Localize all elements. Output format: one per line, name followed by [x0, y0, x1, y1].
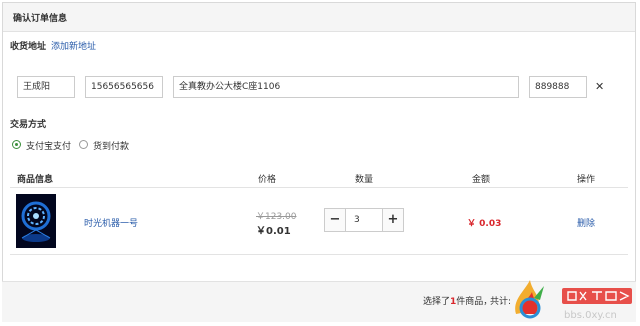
address-detail-field[interactable]: 全真教办公大楼C座1106: [173, 76, 519, 98]
payment-method-label: 交易方式: [10, 120, 47, 130]
col-header-action: 操作: [577, 175, 596, 185]
site-watermark: bbs.0xy.cn: [515, 280, 632, 321]
panel-header: 确认订单信息: [3, 3, 635, 32]
col-header-price: 价格: [258, 175, 277, 185]
time-machine-image: [16, 194, 56, 248]
alipay-radio[interactable]: [12, 140, 21, 149]
original-price: ￥123.00: [256, 212, 297, 222]
col-header-amount: 金额: [472, 175, 491, 185]
flame-logo-icon: [515, 280, 544, 319]
recipient-name-field[interactable]: 王成阳: [17, 76, 75, 98]
add-new-address-link[interactable]: 添加新地址: [51, 39, 96, 52]
product-thumbnail[interactable]: [16, 194, 56, 248]
phone-field[interactable]: 15656565656: [85, 76, 163, 98]
increase-quantity-button[interactable]: +: [382, 208, 404, 232]
panel-title: 确认订单信息: [13, 14, 68, 24]
col-header-quantity: 数量: [355, 175, 374, 185]
unit-price: ￥0.01: [256, 226, 291, 237]
zip-code-field[interactable]: 889888: [529, 76, 587, 98]
decrease-quantity-button[interactable]: −: [324, 208, 346, 232]
delete-item-link[interactable]: 删除: [577, 216, 595, 229]
summary-prefix: 选择了: [423, 297, 451, 307]
col-header-product: 商品信息: [17, 175, 54, 185]
selected-summary: 选择了1件商品，: [423, 294, 492, 307]
quantity-input[interactable]: 3: [346, 208, 382, 232]
shipping-address-label: 收货地址: [10, 42, 47, 52]
summary-suffix: 件商品，: [456, 297, 493, 307]
table-bottom-divider: [10, 254, 628, 255]
close-icon[interactable]: ✕: [595, 80, 604, 93]
cod-radio[interactable]: [79, 140, 88, 149]
cod-radio-label[interactable]: 货到付款: [93, 139, 129, 152]
line-amount: ￥ 0.03: [467, 219, 502, 229]
table-header-divider: [10, 187, 628, 188]
alipay-radio-label[interactable]: 支付宝支付: [26, 139, 71, 152]
watermark-url: bbs.0xy.cn: [564, 310, 617, 321]
total-label: 共计:: [490, 297, 512, 307]
product-name-link[interactable]: 时光机器一号: [84, 216, 138, 229]
